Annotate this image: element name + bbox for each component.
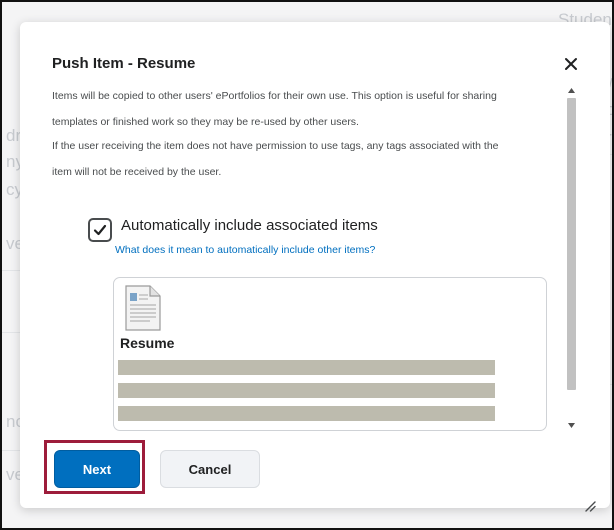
dialog-scroll-area[interactable]: Items will be copied to other users' ePo… bbox=[52, 84, 562, 432]
checkmark-icon bbox=[93, 224, 107, 236]
placeholder-bar bbox=[118, 406, 495, 421]
preview-item-title: Resume bbox=[120, 335, 175, 351]
scroll-thumb[interactable] bbox=[567, 98, 576, 390]
placeholder-bar bbox=[118, 360, 495, 375]
close-button[interactable] bbox=[560, 53, 582, 75]
description-line: templates or finished work so they may b… bbox=[52, 116, 359, 128]
bg-divider bbox=[2, 450, 20, 451]
triangle-up-icon bbox=[568, 88, 575, 93]
resize-handle[interactable] bbox=[584, 499, 596, 512]
next-button-highlight bbox=[44, 440, 145, 494]
document-icon bbox=[125, 285, 161, 331]
include-associated-items-checkbox[interactable] bbox=[88, 218, 112, 242]
resize-grip-icon bbox=[585, 501, 596, 512]
scroll-down-arrow[interactable] bbox=[565, 419, 578, 432]
help-link[interactable]: What does it mean to automatically inclu… bbox=[115, 244, 375, 256]
bg-divider bbox=[2, 332, 20, 333]
bg-fragment: dr bbox=[6, 126, 22, 145]
vertical-scrollbar[interactable] bbox=[565, 84, 578, 432]
close-icon bbox=[565, 58, 577, 70]
screenshot-frame: Studen w o r dr ny cy ve nc ve Push Item… bbox=[0, 0, 614, 530]
push-item-dialog: Push Item - Resume Items will be copied … bbox=[20, 22, 610, 512]
dialog-title: Push Item - Resume bbox=[52, 55, 196, 72]
item-preview-card: Resume bbox=[113, 277, 547, 431]
description-line: item will not be received by the user. bbox=[52, 166, 222, 178]
description-line: If the user receiving the item does not … bbox=[52, 140, 499, 152]
placeholder-bar bbox=[118, 383, 495, 398]
checkbox-label: Automatically include associated items bbox=[121, 217, 378, 234]
cancel-button[interactable]: Cancel bbox=[160, 450, 260, 488]
triangle-down-icon bbox=[568, 423, 575, 428]
description-line: Items will be copied to other users' ePo… bbox=[52, 90, 497, 102]
scroll-up-arrow[interactable] bbox=[565, 84, 578, 97]
bg-divider bbox=[2, 270, 20, 271]
